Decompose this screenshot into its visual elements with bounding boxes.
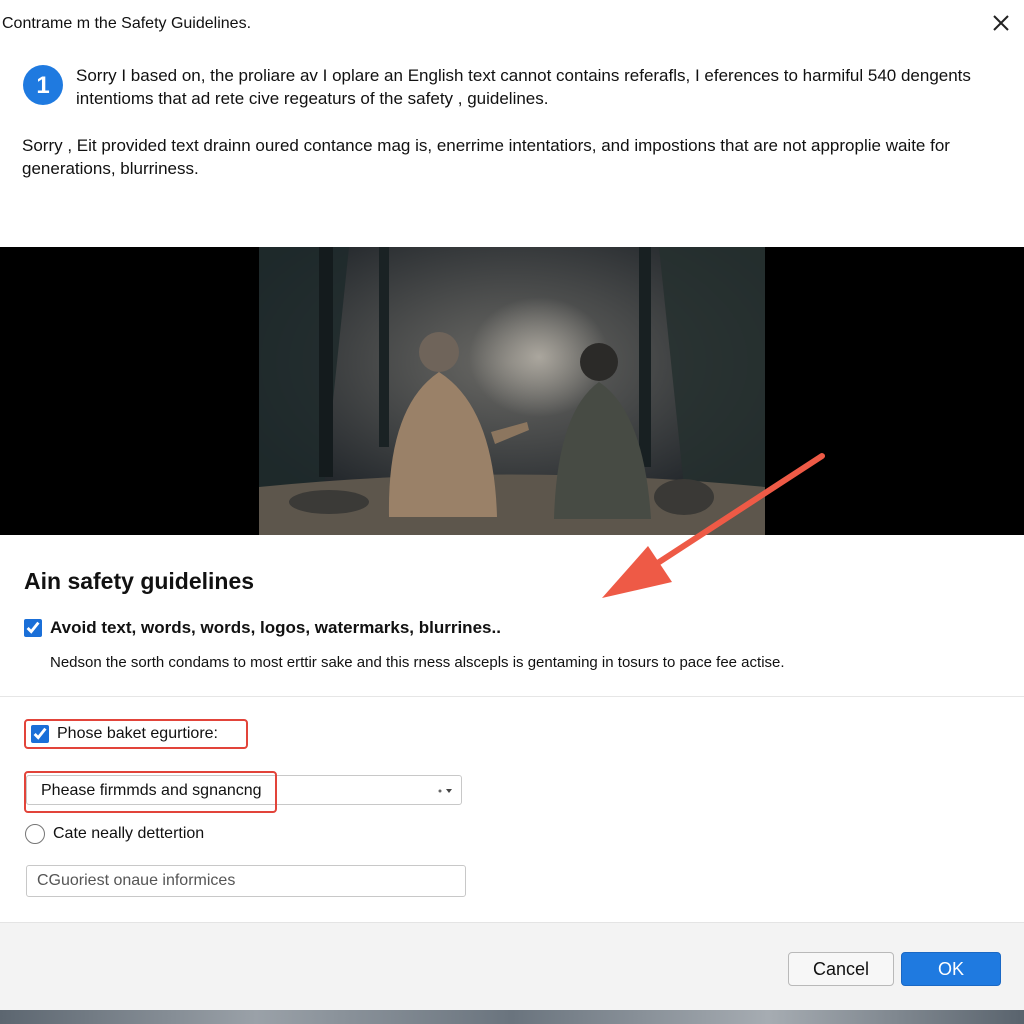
section-divider <box>0 696 1024 697</box>
option-radio[interactable] <box>25 824 45 844</box>
cancel-button[interactable]: Cancel <box>788 952 894 986</box>
ok-button[interactable]: OK <box>901 952 1001 986</box>
option-radio-row[interactable]: Cate neally dettertion <box>25 824 204 844</box>
chevron-down-icon[interactable] <box>437 787 453 795</box>
avoid-text-checkbox-row[interactable]: Avoid text, words, words, logos, waterma… <box>24 618 501 638</box>
step-number: 1 <box>36 72 49 99</box>
section-heading: Ain safety guidelines <box>24 568 255 594</box>
info-input[interactable] <box>26 865 466 897</box>
dialog-title: Contrame m the Safety Guidelines. <box>2 15 252 32</box>
option-select[interactable]: Phease firmmds and sgnancng <box>26 775 462 805</box>
safety-guidelines-dialog: Contrame m the Safety Guidelines. 1 Sorr… <box>0 0 1024 1015</box>
option-radio-label: Cate neally dettertion <box>53 825 205 842</box>
body-text: Sorry , Eit provided text drainn oured c… <box>22 136 950 178</box>
section-description: Nedson the sorth condams to most erttir … <box>50 654 785 671</box>
option-checkbox[interactable] <box>31 725 49 743</box>
option-checkbox-row[interactable]: Phose baket egurtiore: <box>31 725 218 743</box>
avoid-text-checkbox-label: Avoid text, words, words, logos, waterma… <box>50 618 501 637</box>
avoid-text-checkbox[interactable] <box>24 619 42 637</box>
option-select-value: Phease firmmds and sgnancng <box>41 782 262 799</box>
option-checkbox-label: Phose baket egurtiore: <box>57 725 218 742</box>
preview-image <box>259 247 765 535</box>
step-number-icon: 1 <box>22 64 64 106</box>
intro-text: Sorry I based on, the proliare av I opla… <box>76 66 971 108</box>
close-icon[interactable] <box>990 12 1012 34</box>
background-strip-bottom <box>0 1010 1024 1024</box>
